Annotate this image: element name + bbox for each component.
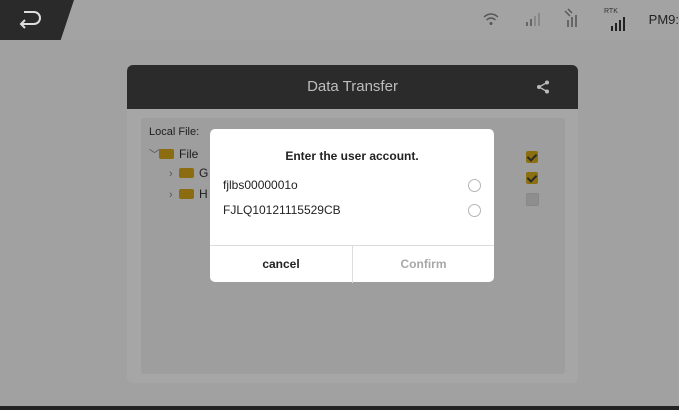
panel-title: Data Transfer bbox=[307, 78, 398, 95]
tree-row-g[interactable]: › G bbox=[169, 166, 208, 180]
rtk-signal-icon: RTK bbox=[604, 8, 626, 32]
status-bar: RTK PM9: bbox=[0, 0, 679, 40]
dialog-buttons: cancel Confirm bbox=[210, 245, 494, 283]
share-icon[interactable] bbox=[536, 80, 550, 94]
folder-icon bbox=[179, 189, 194, 199]
chevron-right-icon: › bbox=[169, 189, 173, 201]
tree-row-h[interactable]: › H bbox=[169, 187, 208, 201]
account-option-2[interactable]: FJLQ10121115529CB bbox=[223, 203, 341, 217]
cancel-button[interactable]: cancel bbox=[210, 246, 353, 283]
folder-icon bbox=[179, 168, 194, 178]
local-file-label: Local File: bbox=[149, 126, 200, 138]
satellite-icon bbox=[564, 8, 577, 27]
checkbox-g[interactable] bbox=[526, 172, 538, 184]
user-account-dialog: Enter the user account. fjlbs0000001o FJ… bbox=[210, 129, 494, 283]
tree-row-file[interactable]: ﹀ File bbox=[149, 146, 198, 162]
checkbox-h[interactable] bbox=[526, 193, 539, 206]
wifi-icon bbox=[483, 13, 499, 25]
account-option-1[interactable]: fjlbs0000001o bbox=[223, 178, 298, 192]
account-radio-1[interactable] bbox=[468, 179, 481, 192]
back-arrow-icon bbox=[19, 11, 41, 29]
chevron-down-icon: ﹀ bbox=[149, 149, 160, 161]
bottom-edge bbox=[0, 406, 679, 410]
account-radio-2[interactable] bbox=[468, 204, 481, 217]
folder-icon bbox=[159, 149, 174, 159]
panel-header: Data Transfer bbox=[127, 65, 578, 109]
status-time: PM9: bbox=[648, 12, 679, 27]
chevron-right-icon: › bbox=[169, 168, 173, 180]
confirm-button[interactable]: Confirm bbox=[353, 246, 494, 283]
cell-signal-icon bbox=[526, 13, 540, 26]
checkbox-file[interactable] bbox=[526, 151, 538, 163]
dialog-title: Enter the user account. bbox=[285, 149, 419, 163]
back-button[interactable] bbox=[0, 0, 74, 40]
